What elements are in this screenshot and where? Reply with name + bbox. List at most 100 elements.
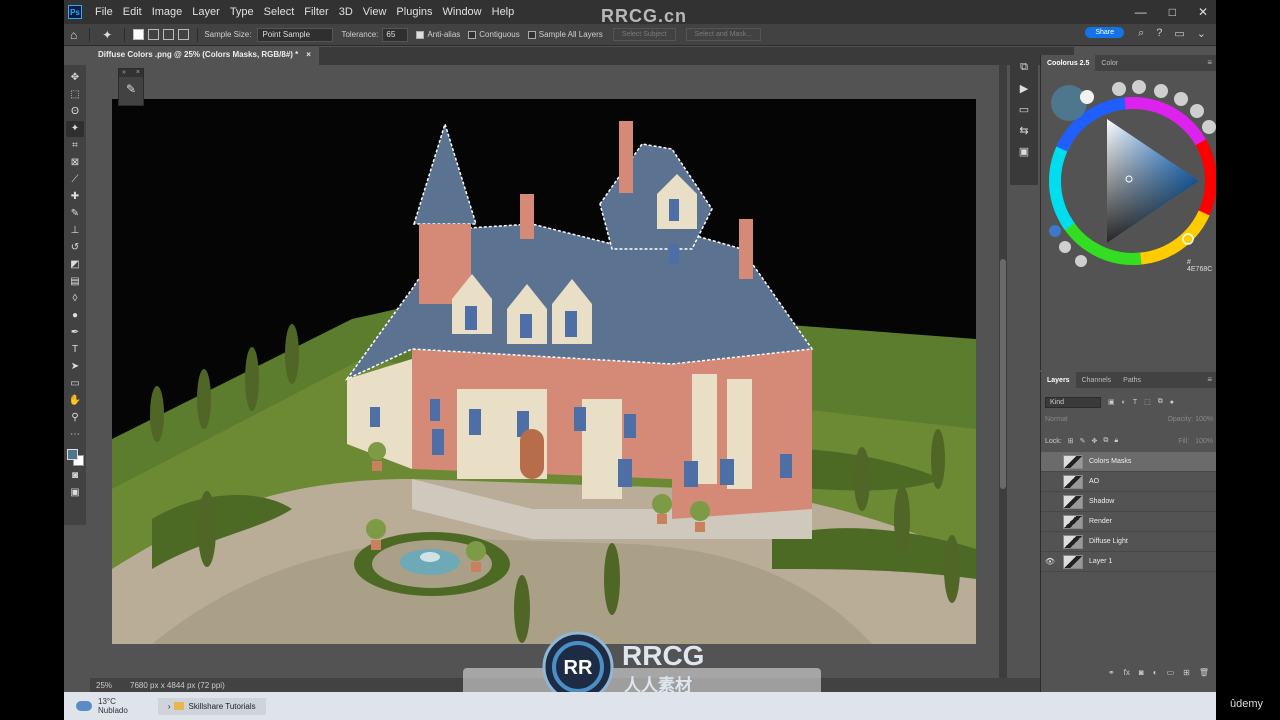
select-subject-button[interactable]: Select Subject	[612, 28, 676, 41]
lock-paint-icon[interactable]: ✎	[1080, 437, 1086, 445]
marquee-tool-icon[interactable]: ⬚	[66, 87, 84, 103]
document-tab[interactable]: Diffuse Colors .png @ 25% (Colors Masks,…	[90, 47, 319, 65]
zoom-tool-icon[interactable]: ⚲	[66, 410, 84, 426]
scrollbar-thumb[interactable]	[1000, 259, 1006, 489]
brush-settings-icon[interactable]: ✎	[119, 82, 143, 96]
frame-tool-icon[interactable]: ⊠	[66, 155, 84, 171]
layer-row[interactable]: 👁︎ Layer 1	[1041, 552, 1216, 572]
new-selection-button[interactable]	[133, 29, 145, 40]
taskbar-item[interactable]: › Skillshare Tutorials	[157, 697, 266, 715]
hex-value[interactable]: # 4E768C	[1187, 259, 1216, 273]
filter-shape-icon[interactable]: ⬚	[1144, 398, 1151, 406]
rectangle-tool-icon[interactable]: ▭	[66, 376, 84, 392]
workspace-icon[interactable]: ▭	[1174, 27, 1184, 40]
pen-tool-icon[interactable]: ✒	[66, 325, 84, 341]
contiguous-checkbox[interactable]	[468, 30, 477, 39]
color-wheel[interactable]	[1041, 71, 1216, 271]
comment-icon[interactable]: ▭	[1019, 103, 1029, 116]
sample-all-layers-checkbox[interactable]	[527, 30, 536, 39]
new-layer-icon[interactable]: ⊞	[1183, 668, 1190, 682]
close-icon[interactable]: ×	[306, 50, 311, 62]
lock-pixels-icon[interactable]: ⊞	[1068, 437, 1074, 445]
menu-type[interactable]: Type	[225, 6, 259, 18]
lock-all-icon[interactable]: 🔒︎	[1114, 437, 1118, 445]
vertical-scrollbar[interactable]	[999, 65, 1007, 678]
gradient-tool-icon[interactable]: ▤	[66, 274, 84, 290]
crop-tool-icon[interactable]: ⌗	[66, 138, 84, 154]
intersect-selection-button[interactable]	[178, 29, 190, 40]
eraser-tool-icon[interactable]: ◩	[66, 257, 84, 273]
healing-brush-icon[interactable]: ✚	[66, 189, 84, 205]
sample-all-layers-option[interactable]: Sample All Layers	[527, 30, 603, 39]
adjust-icon[interactable]: ⇆	[1019, 124, 1028, 137]
blend-mode-select[interactable]: Normal	[1045, 416, 1068, 430]
collapse-icon[interactable]: »	[122, 69, 126, 77]
search-icon[interactable]: ⌕	[1138, 27, 1144, 40]
filter-pixel-icon[interactable]: ▣	[1108, 398, 1115, 406]
tab-channels[interactable]: Channels	[1076, 372, 1118, 388]
menu-file[interactable]: File	[90, 6, 118, 18]
path-selection-icon[interactable]: ➤	[66, 359, 84, 375]
screen-mode-icon[interactable]: ▣	[66, 485, 84, 501]
tab-coolorus[interactable]: Coolorus 2.5	[1041, 55, 1096, 71]
fill-input[interactable]: 100%	[1195, 438, 1213, 445]
weather-widget[interactable]: 13°C Nublado	[76, 697, 128, 715]
menu-layer[interactable]: Layer	[187, 6, 225, 18]
opacity-input[interactable]: 100%	[1195, 416, 1213, 423]
layer-row[interactable]: Shadow	[1041, 492, 1216, 512]
menu-select[interactable]: Select	[259, 6, 300, 18]
lock-move-icon[interactable]: ✥	[1091, 437, 1097, 445]
menu-3d[interactable]: 3D	[334, 6, 358, 18]
add-selection-button[interactable]	[148, 29, 160, 40]
adjustment-icon[interactable]: ◐	[1153, 668, 1158, 682]
dodge-tool-icon[interactable]: ●	[66, 308, 84, 324]
sample-size-select[interactable]: Point Sample	[257, 27, 334, 42]
magic-wand-tool-icon[interactable]: ✦	[66, 120, 84, 137]
mask-icon[interactable]: ◙	[1139, 668, 1144, 682]
tab-layers[interactable]: Layers	[1041, 372, 1076, 388]
tolerance-input[interactable]: 65	[382, 27, 409, 42]
menu-window[interactable]: Window	[438, 6, 487, 18]
maximize-button[interactable]: □	[1169, 5, 1176, 19]
brush-tool-icon[interactable]: ✎	[66, 206, 84, 222]
magic-wand-icon[interactable]: ✦	[102, 28, 112, 42]
chevron-down-icon[interactable]: ⌄	[1197, 27, 1206, 40]
trash-icon[interactable]: 🗑︎	[1199, 668, 1209, 682]
quick-mask-icon[interactable]: ◙	[66, 468, 84, 484]
antialias-option[interactable]: Anti-alias	[416, 30, 460, 39]
menu-plugins[interactable]: Plugins	[391, 6, 437, 18]
tab-color[interactable]: Color	[1095, 55, 1124, 71]
image-icon[interactable]: ▣	[1019, 145, 1029, 158]
layer-row[interactable]: Render	[1041, 512, 1216, 532]
zoom-level[interactable]: 25%	[96, 681, 112, 690]
filter-adjust-icon[interactable]: ◐	[1122, 399, 1126, 406]
filter-smart-icon[interactable]: ⧉	[1158, 398, 1163, 406]
help-icon[interactable]: ?	[1156, 27, 1162, 40]
kind-filter-select[interactable]: Kind	[1045, 396, 1101, 408]
more-tools-icon[interactable]: ⋯	[66, 427, 84, 443]
layer-row[interactable]: Diffuse Light	[1041, 532, 1216, 552]
menu-help[interactable]: Help	[487, 6, 520, 18]
foreground-color-swatch[interactable]	[67, 449, 78, 460]
subtract-selection-button[interactable]	[163, 29, 175, 40]
antialias-checkbox[interactable]	[416, 30, 425, 39]
history-brush-icon[interactable]: ↺	[66, 240, 84, 256]
menu-image[interactable]: Image	[147, 6, 188, 18]
close-button[interactable]: ✕	[1198, 5, 1208, 19]
panel-menu-icon[interactable]: ≡	[1207, 58, 1212, 67]
blur-tool-icon[interactable]: ◊	[66, 291, 84, 307]
home-icon[interactable]: ⌂	[70, 28, 77, 42]
menu-filter[interactable]: Filter	[299, 6, 333, 18]
color-swatches[interactable]	[65, 447, 85, 467]
contiguous-option[interactable]: Contiguous	[468, 30, 520, 39]
menu-view[interactable]: View	[358, 6, 392, 18]
play-icon[interactable]: ▶	[1020, 82, 1028, 95]
close-icon[interactable]: ×	[136, 69, 140, 77]
stamp-tool-icon[interactable]: ⊥	[66, 223, 84, 239]
eyedropper-tool-icon[interactable]: ⟋	[66, 172, 84, 188]
link-icon[interactable]: ⚭	[1108, 668, 1115, 682]
layer-row[interactable]: Colors Masks	[1041, 452, 1216, 472]
menu-edit[interactable]: Edit	[118, 6, 147, 18]
lasso-tool-icon[interactable]: ʘ	[66, 104, 84, 120]
eye-icon[interactable]: 👁︎	[1041, 557, 1059, 566]
